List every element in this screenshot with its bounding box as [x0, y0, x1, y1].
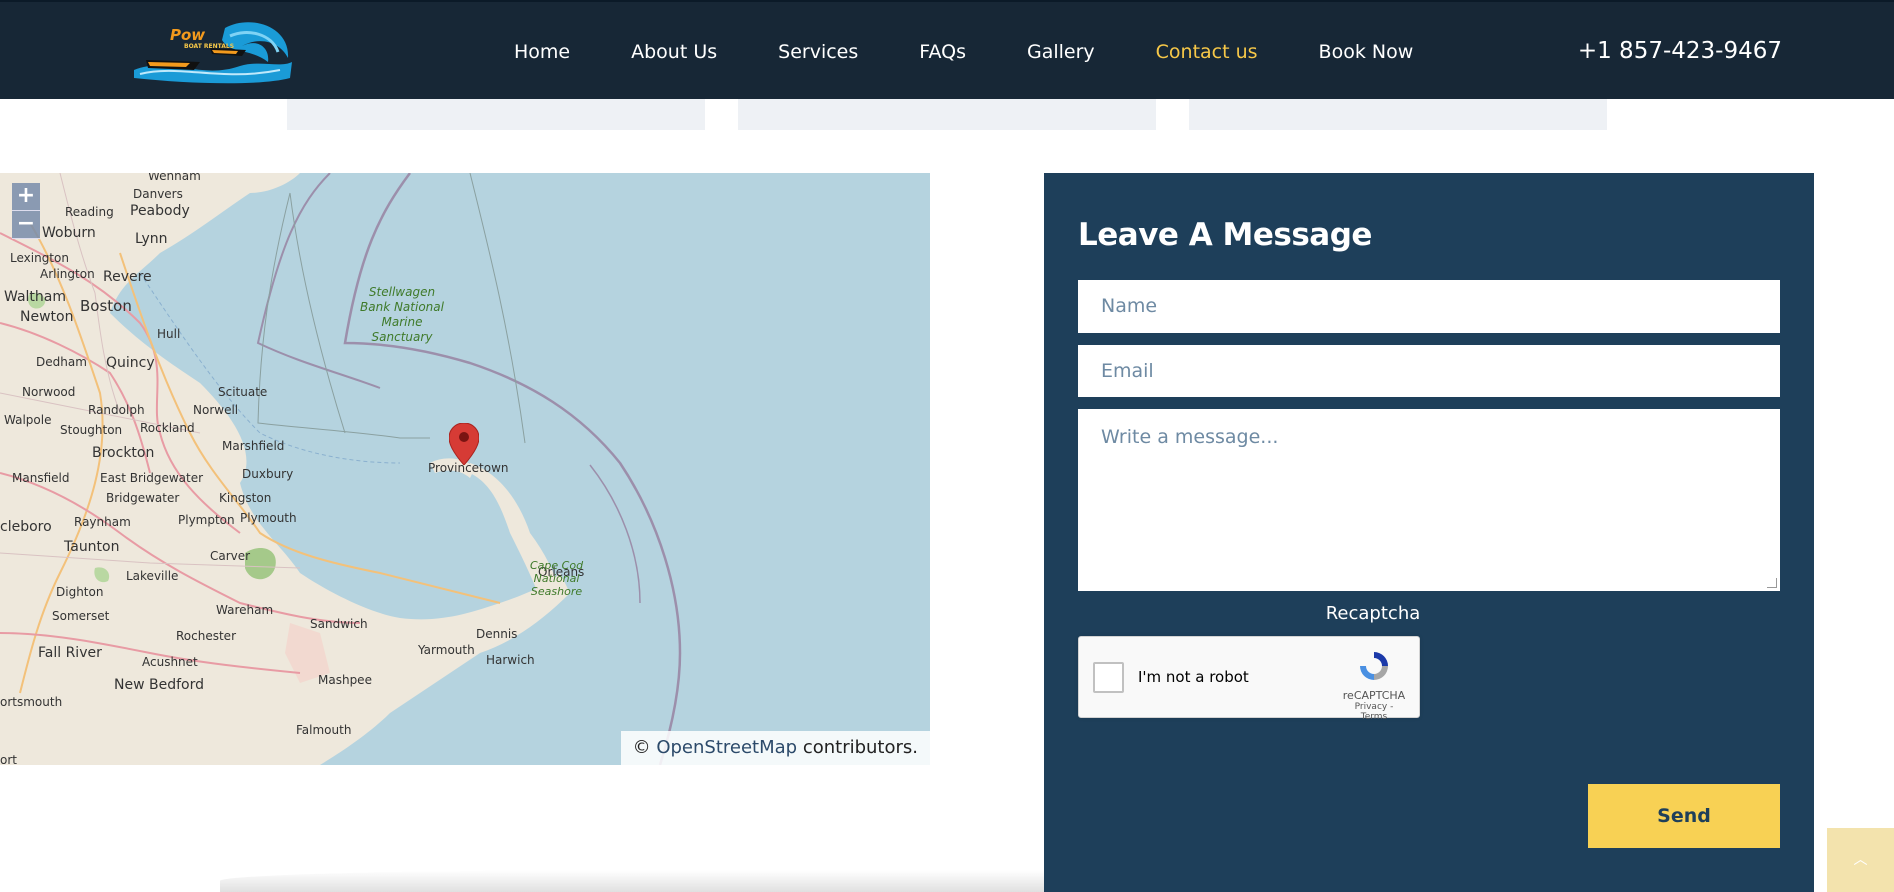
content-card [287, 96, 705, 130]
map-label: ortsmouth [0, 695, 63, 709]
map-label: Boston [80, 297, 132, 315]
map-label: Bridgewater [106, 491, 180, 505]
map-label: Marshfield [222, 439, 285, 453]
map-label: Randolph [88, 403, 145, 417]
map-label: Harwich [486, 653, 535, 667]
map-label: Falmouth [296, 723, 352, 737]
page: Pow BOAT RENTALS Home About Us Services … [0, 0, 1894, 892]
recaptcha-title: Recaptcha [1325, 603, 1421, 624]
send-button[interactable]: Send [1588, 784, 1780, 848]
name-input[interactable]: Name [1078, 280, 1780, 333]
map-label: Wenham [148, 173, 201, 183]
map-label: Waltham [4, 289, 66, 305]
map-label: Arlington [40, 267, 95, 281]
map-label: Quincy [106, 355, 155, 371]
map-label: Revere [103, 269, 152, 285]
map-label: Dedham [36, 355, 87, 369]
svg-text:BOAT RENTALS: BOAT RENTALS [184, 43, 234, 50]
map-label: Woburn [42, 225, 96, 241]
map-label: Mashpee [318, 673, 372, 687]
zoom-controls: + − [12, 183, 40, 239]
map-label: Hull [157, 327, 181, 341]
map-label: Plympton [178, 513, 235, 527]
site-logo[interactable]: Pow BOAT RENTALS [130, 18, 296, 86]
map-label: Sandwich [310, 617, 368, 631]
nav-faqs[interactable]: FAQs [919, 41, 966, 63]
map-label: Lakeville [126, 569, 179, 583]
svg-text:Pow: Pow [170, 26, 205, 44]
zoom-in-button[interactable]: + [12, 183, 40, 211]
map-label: Rockland [140, 421, 195, 435]
map-label: Reading [65, 205, 114, 219]
map-label: Brockton [92, 445, 155, 461]
map-label: Norwood [22, 385, 76, 399]
form-title: Leave A Message [1078, 217, 1372, 253]
map-label: Norwell [193, 403, 239, 417]
map-label: Carver [210, 549, 251, 563]
map-label: Lynn [135, 231, 168, 247]
map-label: Dennis [476, 627, 518, 641]
nav-contact-us[interactable]: Contact us [1156, 41, 1258, 63]
zoom-out-button[interactable]: − [12, 211, 40, 239]
recaptcha-icon [1341, 649, 1407, 687]
map-label: Raynham [74, 515, 131, 529]
map-label: Peabody [130, 203, 190, 219]
map-label: Lexington [10, 251, 69, 265]
map-label: Dighton [56, 585, 104, 599]
map-label: Stoughton [60, 423, 123, 437]
map-label: Plymouth [240, 511, 297, 525]
map-label: New Bedford [114, 677, 204, 693]
map-label: ort [0, 753, 17, 765]
recaptcha-widget: I'm not a robot reCAPTCHA Privacy - Term… [1078, 636, 1420, 722]
recaptcha-label: I'm not a robot [1138, 668, 1249, 686]
message-textarea[interactable]: Write a message... [1078, 409, 1780, 591]
map-label: Mansfield [12, 471, 70, 485]
map[interactable]: + − Wenham Danvers Peabody Reading Wobur… [0, 173, 930, 765]
map-label: Duxbury [242, 467, 294, 481]
email-input[interactable]: Email [1078, 345, 1780, 397]
map-label: Newton [20, 309, 74, 325]
nav-about-us[interactable]: About Us [631, 41, 717, 63]
map-label: Acushnet [142, 655, 198, 669]
site-header: Pow BOAT RENTALS Home About Us Services … [0, 0, 1894, 99]
map-label: Wareham [216, 603, 274, 617]
map-label: Fall River [38, 645, 102, 661]
map-label: Walpole [4, 413, 52, 427]
chevron-up-icon: ︿ [1853, 852, 1868, 868]
resize-handle[interactable] [1767, 578, 1777, 588]
phone-number[interactable]: +1 857-423-9467 [1578, 38, 1782, 64]
map-label: Somerset [52, 609, 110, 623]
map-label: East Bridgewater [100, 471, 204, 485]
main-nav: Home About Us Services FAQs Gallery Cont… [514, 2, 1474, 101]
map-label: Danvers [133, 187, 183, 201]
divider-shadow [220, 870, 1044, 892]
nav-home[interactable]: Home [514, 41, 570, 63]
contact-form-panel: Leave A Message Name Email Write a messa… [1044, 173, 1814, 892]
recaptcha-brand: reCAPTCHA Privacy - Terms [1341, 649, 1407, 722]
nav-gallery[interactable]: Gallery [1027, 41, 1095, 63]
map-label: Taunton [64, 539, 120, 555]
recaptcha-links[interactable]: Privacy - Terms [1341, 702, 1407, 722]
nav-services[interactable]: Services [778, 41, 858, 63]
map-label: Kingston [219, 491, 272, 505]
openstreetmap-link[interactable]: OpenStreetMap [656, 737, 797, 758]
map-label: Yarmouth [418, 643, 475, 657]
map-label: cleboro [0, 519, 52, 535]
cape-cod-seashore-label: Cape Cod National Seashore [530, 559, 584, 598]
map-label: Rochester [176, 629, 236, 643]
recaptcha-checkbox[interactable] [1093, 662, 1124, 693]
nav-book-now[interactable]: Book Now [1319, 41, 1414, 63]
stellwagen-sanctuary-label: Stellwagen Bank National Marine Sanctuar… [360, 285, 444, 344]
map-attribution: © OpenStreetMap contributors. [620, 731, 930, 765]
content-card [1189, 96, 1607, 130]
scroll-to-top-button[interactable]: ︿ [1827, 828, 1894, 892]
content-card [738, 96, 1156, 130]
map-label: Scituate [218, 385, 268, 399]
